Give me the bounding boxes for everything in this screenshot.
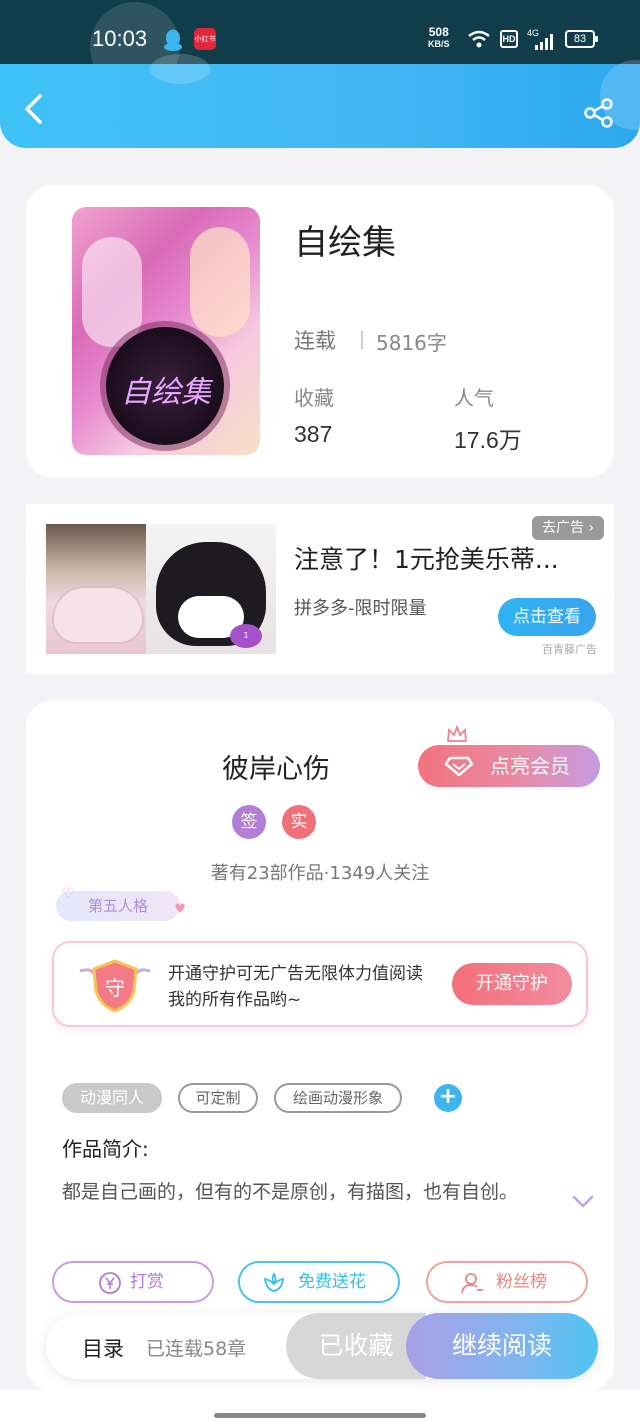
author-name[interactable]: 彼岸心伤 [222, 747, 330, 786]
word-count: 5816字 [376, 331, 447, 355]
bottom-action-bar: 目录 已连载58章 已收藏 继续阅读 [46, 1313, 598, 1379]
signal-icon: 4G [527, 28, 555, 50]
divider [361, 331, 363, 349]
shield-icon: 守 [79, 959, 151, 1013]
flower-icon [263, 1272, 285, 1292]
vip-button-label: 点亮会员 [490, 754, 570, 778]
xiaohongshu-icon: 小红书 [194, 28, 216, 50]
book-title: 自绘集 [294, 223, 396, 263]
stat-value-popularity: 17.6万 [454, 427, 522, 453]
shield-label: 守 [105, 976, 125, 1000]
wifi-icon [468, 30, 490, 48]
guard-text: 开通守护可无广告无限体力值阅读我的所有作品哟~ [168, 964, 423, 1010]
battery-icon: 83 [565, 30, 598, 48]
collected-button[interactable]: 已收藏 [286, 1313, 426, 1379]
add-tag-button[interactable]: + [434, 1084, 462, 1112]
network-speed: 508 KB/S [428, 25, 450, 49]
stat-value-favorites: 387 [294, 421, 333, 447]
send-flower-button[interactable]: 免费送花 [238, 1261, 400, 1303]
status-time: 10:03 [92, 26, 148, 51]
book-status: 连载 [294, 329, 336, 353]
cover-title-art: 自绘集 [121, 375, 211, 410]
ad-title[interactable]: 注意了！1元抢美乐蒂... [294, 540, 584, 576]
stat-label-favorites: 收藏 [294, 386, 334, 410]
back-arrow-icon[interactable] [22, 94, 46, 124]
tag-drawing-character[interactable]: 绘画动漫形象 [274, 1083, 402, 1113]
author-card: 彼岸心伤 点亮会员 签 实 著有23部作品·1349人关注 第五人格 守 开通守… [26, 701, 614, 1391]
hd-icon: HD [500, 30, 518, 48]
author-meta: 著有23部作品·1349人关注 [210, 863, 430, 884]
intro-text: 都是自己画的，但有的不是原创，有描图，也有自创。 [62, 1181, 519, 1203]
book-cover-image[interactable]: 自绘集 [72, 207, 260, 455]
user-icon [461, 1273, 483, 1294]
tag-anime-fan[interactable]: 动漫同人 [62, 1083, 162, 1113]
share-icon[interactable] [584, 98, 614, 128]
stat-label-popularity: 人气 [454, 386, 494, 410]
chevron-down-icon[interactable] [572, 1195, 594, 1209]
ad-banner[interactable]: 1 去广告 › 注意了！1元抢美乐蒂... 拼多多-限时限量 点击查看 百青藤广… [26, 504, 614, 674]
intro-label: 作品简介: [62, 1137, 149, 1161]
home-indicator[interactable] [214, 1413, 426, 1418]
signed-badge: 签 [232, 805, 266, 839]
fan-tag: 第五人格 [56, 879, 186, 925]
status-bar: 10:03 小红书 508 KB/S HD 4G 83 [0, 0, 640, 92]
fan-ranking-button[interactable]: 粉丝榜 [426, 1261, 588, 1303]
qq-icon [164, 29, 182, 51]
reward-button[interactable]: 打赏 [52, 1261, 214, 1303]
ad-subtitle: 拼多多-限时限量 [294, 598, 427, 619]
ad-view-button[interactable]: 点击查看 [498, 598, 596, 636]
continue-reading-button[interactable]: 继续阅读 [406, 1313, 598, 1379]
ad-image-plush[interactable] [46, 524, 146, 654]
tag-customizable[interactable]: 可定制 [178, 1083, 258, 1113]
crown-icon [447, 725, 467, 742]
top-header [0, 54, 640, 148]
verified-badge: 实 [282, 805, 316, 839]
open-guard-button[interactable]: 开通守护 [452, 963, 572, 1005]
remove-ad-button[interactable]: 去广告 › [532, 516, 604, 540]
ad-image-kuromi[interactable]: 1 [146, 524, 276, 654]
vip-button[interactable]: 点亮会员 [418, 725, 600, 787]
decor-bubble [150, 54, 210, 84]
guard-promo: 守 开通守护可无广告无限体力值阅读我的所有作品哟~ 开通守护 [52, 941, 588, 1027]
ad-image-badge: 1 [230, 624, 262, 648]
table-of-contents-button[interactable]: 目录 [82, 1333, 124, 1363]
ad-source: 百青藤广告 [542, 643, 597, 656]
diamond-icon [444, 756, 474, 776]
chapter-count[interactable]: 已连载58章 [146, 1334, 246, 1361]
book-info-card: 自绘集 自绘集 连载 5816字 收藏 387 人气 17.6万 [26, 185, 614, 478]
yuan-coin-icon [99, 1272, 121, 1294]
